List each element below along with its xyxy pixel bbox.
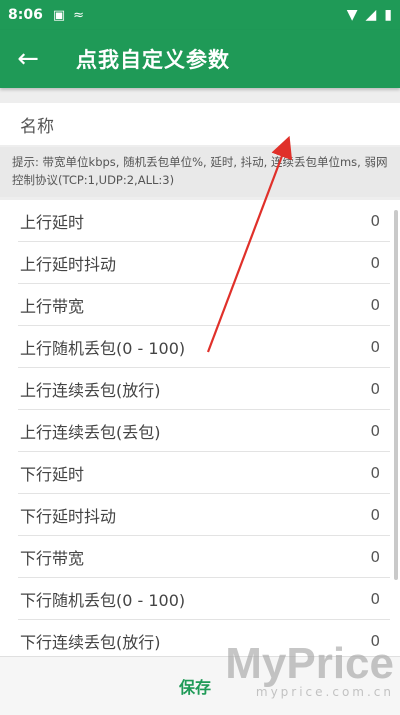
- param-row[interactable]: 上行连续丢包(丢包) 0: [18, 410, 390, 452]
- back-button[interactable]: ←: [0, 30, 56, 88]
- param-list: 上行延时 0 上行延时抖动 0 上行带宽 0 上行随机丢包(0 - 100) 0…: [0, 200, 400, 656]
- param-label: 下行连续丢包(放行): [20, 632, 161, 652]
- arrow-left-icon: ←: [17, 44, 39, 74]
- param-label: 上行延时抖动: [20, 254, 117, 274]
- param-value[interactable]: 0: [370, 254, 390, 272]
- param-label: 下行带宽: [20, 548, 85, 568]
- page-title: 点我自定义参数: [76, 48, 230, 72]
- battery-icon: ▮: [384, 7, 392, 23]
- param-label: 下行延时: [20, 464, 85, 484]
- name-label: 名称: [20, 116, 54, 137]
- param-label: 上行连续丢包(丢包): [20, 422, 161, 442]
- param-label: 下行延时抖动: [20, 506, 117, 526]
- param-value[interactable]: 0: [370, 422, 390, 440]
- signal-icon: ◢: [365, 7, 377, 23]
- cast-icon: ≈: [73, 7, 85, 23]
- name-input[interactable]: [250, 105, 394, 141]
- save-button[interactable]: 保存: [173, 673, 217, 699]
- param-row[interactable]: 上行延时 0: [18, 200, 390, 242]
- wifi-icon: ▼: [346, 7, 358, 23]
- param-row[interactable]: 下行延时 0: [18, 452, 390, 494]
- param-value[interactable]: 0: [370, 506, 390, 524]
- app-bar: ← 点我自定义参数: [0, 30, 400, 88]
- param-row[interactable]: 下行带宽 0: [18, 536, 390, 578]
- param-value[interactable]: 0: [370, 212, 390, 230]
- param-value[interactable]: 0: [370, 296, 390, 314]
- param-label: 上行连续丢包(放行): [20, 380, 161, 400]
- name-field-row[interactable]: 名称: [0, 103, 400, 145]
- param-label: 下行随机丢包(0 - 100): [20, 590, 186, 610]
- param-value[interactable]: 0: [370, 338, 390, 356]
- status-bar: 8:06 ▣ ≈ ▼ ◢ ▮: [0, 0, 400, 30]
- param-row[interactable]: 上行连续丢包(放行) 0: [18, 368, 390, 410]
- param-label: 上行随机丢包(0 - 100): [20, 338, 186, 358]
- scrollbar[interactable]: [394, 210, 398, 580]
- param-row[interactable]: 下行随机丢包(0 - 100) 0: [18, 578, 390, 620]
- hint-text: 提示: 带宽单位kbps, 随机丢包单位%, 延时, 抖动, 连续丢包单位ms,…: [0, 147, 400, 197]
- watermark-main: MyPrice: [225, 639, 394, 688]
- sim-card-icon: ▣: [52, 7, 66, 23]
- watermark: MyPrice myprice.com.cn: [225, 639, 394, 699]
- param-value[interactable]: 0: [370, 548, 390, 566]
- param-row[interactable]: 上行带宽 0: [18, 284, 390, 326]
- param-label: 上行延时: [20, 212, 85, 232]
- param-value[interactable]: 0: [370, 590, 390, 608]
- status-time: 8:06: [8, 7, 43, 23]
- param-row[interactable]: 上行随机丢包(0 - 100) 0: [18, 326, 390, 368]
- param-label: 上行带宽: [20, 296, 85, 316]
- param-value[interactable]: 0: [370, 464, 390, 482]
- param-row[interactable]: 下行延时抖动 0: [18, 494, 390, 536]
- param-row[interactable]: 上行延时抖动 0: [18, 242, 390, 284]
- param-value[interactable]: 0: [370, 380, 390, 398]
